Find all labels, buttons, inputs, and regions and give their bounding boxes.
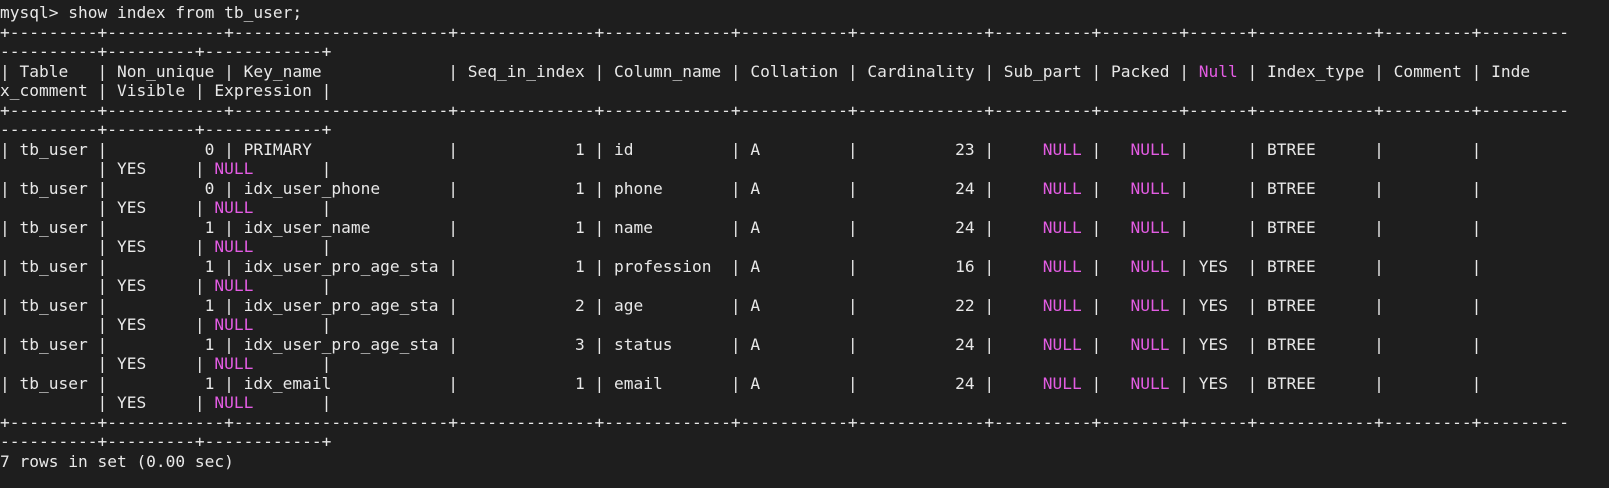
- line-text: |: [1081, 139, 1131, 159]
- null-value: NULL: [1042, 217, 1082, 237]
- output-line: | tb_user | 1 | idx_user_pro_age_sta | 2…: [0, 296, 1609, 316]
- output-line: ----------+---------+------------+: [0, 120, 1609, 140]
- null-value: NULL: [1130, 334, 1170, 354]
- line-text: | | BTREE | |: [1169, 217, 1482, 237]
- line-text: | YES |: [0, 315, 215, 334]
- null-value: Null: [1198, 61, 1238, 81]
- line-text: | YES |: [0, 393, 215, 412]
- line-text: | tb_user | 0 | PRIMARY | 1 | id | A | 2…: [0, 139, 1043, 159]
- output-line: | tb_user | 1 | idx_user_name | 1 | name…: [0, 218, 1609, 238]
- line-text: | YES | BTREE | |: [1169, 256, 1482, 276]
- null-value: NULL: [1130, 373, 1170, 393]
- output-line: | YES | NULL |: [0, 315, 1609, 335]
- null-value: NULL: [1042, 334, 1082, 354]
- line-text: +---------+------------+----------------…: [0, 22, 1570, 42]
- line-text: | tb_user | 1 | idx_user_pro_age_sta | 3…: [0, 334, 1043, 354]
- terminal-lines: mysql> show index from tb_user; +--------…: [0, 3, 1609, 471]
- line-text: | YES |: [0, 237, 215, 256]
- line-text: x_comment | Visible | Expression |: [0, 81, 332, 100]
- line-text: |: [253, 198, 332, 217]
- null-value: NULL: [214, 237, 254, 256]
- line-text: |: [1081, 217, 1131, 237]
- line-text: |: [1081, 295, 1131, 315]
- command-line: mysql> show index from tb_user;: [0, 3, 1609, 23]
- null-value: NULL: [1130, 217, 1170, 237]
- line-text: |: [253, 393, 332, 412]
- null-value: NULL: [1130, 256, 1170, 276]
- line-text: ----------+---------+------------+: [0, 120, 332, 139]
- line-text: | tb_user | 0 | idx_user_phone | 1 | pho…: [0, 178, 1043, 198]
- output-line: 7 rows in set (0.00 sec): [0, 452, 1609, 472]
- null-value: NULL: [214, 159, 254, 178]
- line-text: | YES | BTREE | |: [1169, 334, 1482, 354]
- line-text: | | BTREE | |: [1169, 178, 1482, 198]
- line-text: | tb_user | 1 | idx_user_pro_age_sta | 1…: [0, 256, 1043, 276]
- line-text: +---------+------------+----------------…: [0, 412, 1570, 432]
- line-text: ----------+---------+------------+: [0, 42, 332, 61]
- null-value: NULL: [1130, 295, 1170, 315]
- line-text: ----------+---------+------------+: [0, 432, 332, 451]
- line-text: |: [1081, 373, 1131, 393]
- line-text: 7 rows in set (0.00 sec): [0, 451, 234, 471]
- line-text: mysql> show index from tb_user;: [0, 3, 303, 22]
- output-line: | Table | Non_unique | Key_name | Seq_in…: [0, 62, 1609, 82]
- null-value: NULL: [214, 198, 254, 217]
- null-value: NULL: [1130, 178, 1170, 198]
- output-line: | tb_user | 0 | idx_user_phone | 1 | pho…: [0, 179, 1609, 199]
- null-value: NULL: [1042, 178, 1082, 198]
- output-line: | YES | NULL |: [0, 237, 1609, 257]
- null-value: NULL: [214, 315, 254, 334]
- output-line: x_comment | Visible | Expression |: [0, 81, 1609, 101]
- line-text: |: [253, 315, 332, 334]
- output-line: | YES | NULL |: [0, 393, 1609, 413]
- line-text: |: [1081, 334, 1131, 354]
- output-line: | YES | NULL |: [0, 276, 1609, 296]
- null-value: NULL: [1130, 139, 1170, 159]
- output-line: | tb_user | 1 | idx_email | 1 | email | …: [0, 374, 1609, 394]
- line-text: |: [253, 159, 332, 178]
- line-text: | YES | BTREE | |: [1169, 295, 1482, 315]
- line-text: | tb_user | 1 | idx_email | 1 | email | …: [0, 373, 1043, 393]
- line-text: | YES |: [0, 198, 215, 217]
- output-line: ----------+---------+------------+: [0, 432, 1609, 452]
- null-value: NULL: [1042, 256, 1082, 276]
- line-text: |: [253, 354, 332, 373]
- output-line: | YES | NULL |: [0, 198, 1609, 218]
- line-text: |: [253, 276, 332, 295]
- line-text: |: [1081, 178, 1131, 198]
- null-value: NULL: [214, 354, 254, 373]
- line-text: +---------+------------+----------------…: [0, 100, 1570, 120]
- null-value: NULL: [1042, 295, 1082, 315]
- output-line: +---------+------------+----------------…: [0, 413, 1609, 433]
- line-text: |: [253, 237, 332, 256]
- line-text: | Index_type | Comment | Inde: [1237, 61, 1531, 81]
- null-value: NULL: [214, 276, 254, 295]
- output-line: | tb_user | 0 | PRIMARY | 1 | id | A | 2…: [0, 140, 1609, 160]
- null-value: NULL: [214, 393, 254, 412]
- null-value: NULL: [1042, 373, 1082, 393]
- line-text: | Table | Non_unique | Key_name | Seq_in…: [0, 61, 1199, 81]
- line-text: | | BTREE | |: [1169, 139, 1482, 159]
- output-line: | YES | NULL |: [0, 354, 1609, 374]
- output-line: | YES | NULL |: [0, 159, 1609, 179]
- line-text: | YES |: [0, 276, 215, 295]
- terminal-output[interactable]: mysql> show index from tb_user; +--------…: [0, 3, 1609, 488]
- line-text: |: [1081, 256, 1131, 276]
- output-line: +---------+------------+----------------…: [0, 101, 1609, 121]
- output-line: +---------+------------+----------------…: [0, 23, 1609, 43]
- line-text: | YES | BTREE | |: [1169, 373, 1482, 393]
- line-text: | tb_user | 1 | idx_user_name | 1 | name…: [0, 217, 1043, 237]
- null-value: NULL: [1042, 139, 1082, 159]
- line-text: | YES |: [0, 354, 215, 373]
- line-text: | tb_user | 1 | idx_user_pro_age_sta | 2…: [0, 295, 1043, 315]
- output-line: | tb_user | 1 | idx_user_pro_age_sta | 1…: [0, 257, 1609, 277]
- output-line: ----------+---------+------------+: [0, 42, 1609, 62]
- output-line: | tb_user | 1 | idx_user_pro_age_sta | 3…: [0, 335, 1609, 355]
- line-text: | YES |: [0, 159, 215, 178]
